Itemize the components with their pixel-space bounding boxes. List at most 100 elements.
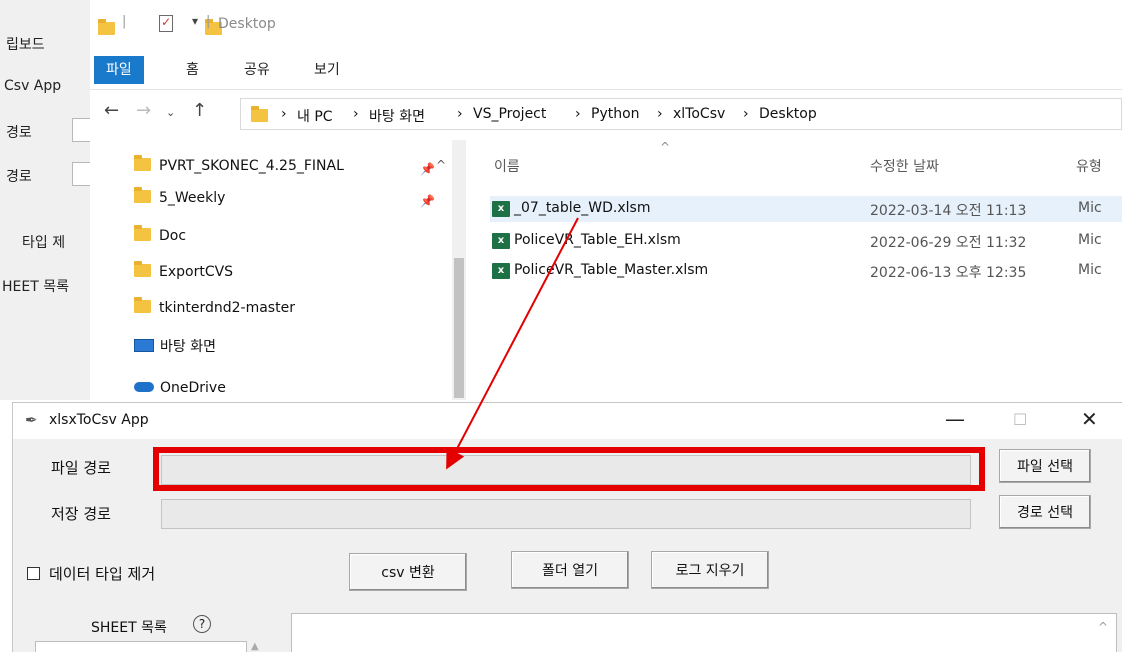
file-select-button[interactable]: 파일 선택 [999, 449, 1091, 483]
breadcrumb-chevron-icon: › [457, 106, 463, 122]
breadcrumb-my-pc[interactable]: 내 PC [297, 106, 333, 126]
bg-path-input-1 [72, 118, 91, 142]
file-name: _07_table_WD.xlsm [514, 200, 651, 216]
nav-scrollbar[interactable] [452, 140, 466, 400]
scroll-up-icon[interactable]: ▲ [251, 641, 259, 652]
bg-label-path-1: 경로 [6, 125, 32, 141]
remove-type-label[interactable]: 데이터 타입 제거 [49, 563, 155, 584]
sheet-listbox[interactable] [35, 641, 247, 652]
address-bar[interactable]: › 내 PC › 바탕 화면 › VS_Project › Python › x… [240, 98, 1122, 130]
navigation-pane: PVRT_SKONEC_4.25_FINAL 📌 ^ 5_Weekly 📌 Do… [90, 140, 466, 400]
file-list: ^ 이름 수정한 날짜 유형 x _07_table_WD.xlsm 2022-… [480, 140, 1122, 400]
breadcrumb-chevron-icon: › [743, 106, 749, 122]
save-path-label: 저장 경로 [51, 505, 111, 523]
maximize-icon[interactable]: ☐ [1013, 410, 1027, 429]
sort-up-icon: ^ [660, 140, 671, 154]
explorer-titlebar: | ▾ | Desktop [90, 0, 1122, 50]
highlight-box [153, 447, 985, 491]
excel-file-icon: x [492, 201, 510, 217]
nav-item-label: Doc [159, 228, 187, 244]
excel-file-icon: x [492, 263, 510, 279]
recent-dropdown-icon[interactable]: ⌄ [166, 106, 175, 119]
bg-label-path-2: 경로 [6, 169, 32, 185]
quick-access-dropdown-icon[interactable]: ▾ [192, 14, 198, 28]
xlsx-to-csv-app-window: ✒ xlsxToCsv App — ☐ ✕ 파일 경로 파일 선택 저장 경로 … [12, 402, 1122, 652]
bg-path-input-2 [72, 162, 91, 186]
file-date: 2022-03-14 오전 11:13 [870, 203, 1027, 219]
file-name: PoliceVR_Table_Master.xlsm [514, 262, 709, 278]
nav-item-label: 바탕 화면 [160, 339, 216, 355]
file-explorer-window: | ▾ | Desktop 파일 홈 공유 보기 ← → ⌄ ↑ › 내 PC … [90, 0, 1122, 400]
file-type: Mic [1078, 232, 1102, 248]
help-icon[interactable]: ? [193, 615, 211, 633]
scroll-thumb[interactable] [454, 258, 464, 398]
folder-icon [134, 261, 151, 277]
column-header-type[interactable]: 유형 [1076, 156, 1102, 176]
column-header-name[interactable]: 이름 [494, 156, 520, 176]
app-titlebar: ✒ xlsxToCsv App — ☐ ✕ [13, 403, 1122, 439]
background-app-window: 립보드 Csv App 경로 경로 타입 제 HEET 목록 [0, 0, 92, 400]
clear-log-button[interactable]: 로그 지우기 [651, 551, 769, 589]
breadcrumb-python[interactable]: Python [591, 106, 640, 122]
breadcrumb-chevron-icon: › [657, 106, 663, 122]
breadcrumb-chevron-icon: › [353, 106, 359, 122]
breadcrumb-chevron-icon: › [575, 106, 581, 122]
close-icon[interactable]: ✕ [1081, 407, 1098, 431]
tab-view[interactable]: 보기 [302, 56, 352, 84]
properties-icon[interactable] [159, 15, 174, 32]
tab-file[interactable]: 파일 [94, 56, 144, 84]
scroll-up-icon[interactable]: ^ [436, 158, 446, 172]
folder-icon [134, 155, 151, 171]
file-type: Mic [1078, 262, 1102, 278]
remove-type-checkbox[interactable] [27, 567, 40, 580]
cloud-icon [134, 382, 154, 392]
breadcrumb-desktop[interactable]: 바탕 화면 [369, 106, 425, 126]
feather-icon: ✒ [25, 411, 38, 429]
log-textbox[interactable]: ^ [291, 613, 1117, 652]
breadcrumb-xltocsv[interactable]: xlToCsv [673, 106, 725, 122]
nav-item-label: tkinterdnd2-master [159, 300, 295, 316]
back-arrow-icon[interactable]: ← [104, 100, 119, 121]
excel-file-icon: x [492, 233, 510, 249]
tab-home[interactable]: 홈 [174, 56, 211, 84]
file-row[interactable]: x _07_table_WD.xlsm 2022-03-14 오전 11:13 … [490, 196, 1122, 222]
nav-item-onedrive[interactable]: OneDrive [134, 380, 226, 400]
nav-item-doc[interactable]: Doc [134, 225, 187, 250]
file-date: 2022-06-29 오전 11:32 [870, 235, 1027, 251]
file-row[interactable]: x PoliceVR_Table_Master.xlsm 2022-06-13 … [490, 258, 1122, 284]
file-name: PoliceVR_Table_EH.xlsm [514, 232, 681, 248]
ribbon-tabs: 파일 홈 공유 보기 [90, 50, 1122, 90]
column-header-date[interactable]: 수정한 날짜 [870, 156, 939, 176]
forward-arrow-icon[interactable]: → [136, 100, 151, 121]
open-folder-button[interactable]: 폴더 열기 [511, 551, 629, 589]
nav-item-desktop[interactable]: 바탕 화면 [134, 336, 216, 358]
pin-icon[interactable]: 📌 [420, 162, 435, 176]
bg-label-type: 타입 제 [22, 235, 66, 251]
folder-icon [134, 297, 151, 313]
app-title: xlsxToCsv App [49, 412, 149, 428]
nav-item-pvrt[interactable]: PVRT_SKONEC_4.25_FINAL [134, 155, 344, 180]
scroll-up-icon[interactable]: ^ [1098, 620, 1108, 634]
csv-convert-button[interactable]: csv 변환 [349, 553, 467, 591]
tab-share[interactable]: 공유 [232, 56, 282, 84]
nav-item-tkinterdnd2[interactable]: tkinterdnd2-master [134, 297, 295, 322]
address-row: ← → ⌄ ↑ › 내 PC › 바탕 화면 › VS_Project › Py… [90, 94, 1122, 134]
nav-item-label: ExportCVS [159, 264, 234, 280]
up-arrow-icon[interactable]: ↑ [192, 100, 207, 121]
pin-icon[interactable]: 📌 [420, 194, 435, 208]
file-row[interactable]: x PoliceVR_Table_EH.xlsm 2022-06-29 오전 1… [490, 228, 1122, 254]
minimize-icon[interactable]: — [945, 407, 965, 431]
file-path-label: 파일 경로 [51, 459, 111, 477]
separator-icon: | [122, 14, 127, 29]
desktop-icon [134, 339, 154, 352]
separator-icon: | [206, 14, 211, 29]
breadcrumb-desktop-folder[interactable]: Desktop [759, 106, 817, 122]
file-type: Mic [1078, 200, 1102, 216]
save-path-input[interactable] [161, 499, 971, 529]
folder-icon [98, 19, 115, 35]
nav-item-label: OneDrive [160, 380, 226, 396]
nav-item-weekly[interactable]: 5_Weekly [134, 187, 225, 212]
breadcrumb-vs-project[interactable]: VS_Project [473, 106, 546, 122]
nav-item-exportcvs[interactable]: ExportCVS [134, 261, 234, 286]
path-select-button[interactable]: 경로 선택 [999, 495, 1091, 529]
